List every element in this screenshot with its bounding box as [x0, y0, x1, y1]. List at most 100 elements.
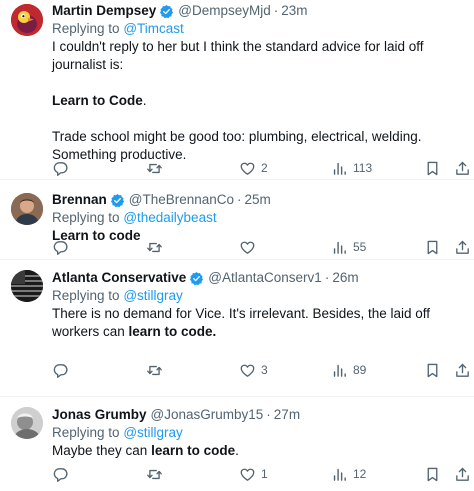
timestamp[interactable]: 23m: [281, 2, 307, 20]
verified-badge-icon: [110, 193, 125, 208]
bird-avatar-icon: [11, 4, 43, 36]
bookmark-button[interactable]: [424, 464, 441, 484]
bookmark-icon: [424, 239, 441, 256]
reply-icon: [52, 466, 69, 483]
tweet-text: There is no demand for Vice. It's irrele…: [52, 305, 466, 341]
action-bar: 2 113: [52, 158, 466, 178]
tweet-3[interactable]: Atlanta Conservative @AtlantaConserv1 · …: [0, 260, 474, 397]
bookmark-icon: [424, 362, 441, 379]
tweet-text: Maybe they can learn to code.: [52, 442, 466, 460]
share-icon: [454, 362, 471, 379]
tweet-header: Martin Dempsey @DempseyMjd · 23m: [52, 2, 466, 20]
tweet-text-line: There is no demand for Vice. It's irrele…: [52, 305, 466, 341]
share-button[interactable]: [454, 360, 471, 380]
reply-button[interactable]: [52, 158, 69, 178]
reply-icon: [52, 239, 69, 256]
separator: ·: [273, 3, 279, 18]
retweet-icon: [146, 239, 163, 256]
reply-button[interactable]: [52, 464, 69, 484]
action-bar: 3 89: [52, 360, 466, 380]
tweet-text-line: Maybe they can learn to code.: [52, 442, 466, 460]
share-button[interactable]: [454, 464, 471, 484]
display-name[interactable]: Atlanta Conservative: [52, 269, 186, 287]
bold-text: learn to code: [151, 443, 236, 458]
tweet-2[interactable]: Brennan @TheBrennanCo · 25m Replying to …: [0, 180, 474, 260]
replying-handle-link[interactable]: @thedailybeast: [123, 210, 216, 225]
handle[interactable]: @JonasGrumby15: [151, 406, 264, 424]
like-count: 1: [261, 467, 268, 481]
avatar[interactable]: [11, 407, 43, 439]
avatar[interactable]: [11, 270, 43, 302]
avatar[interactable]: [11, 193, 43, 225]
handle[interactable]: @AtlantaConserv1: [208, 269, 322, 287]
separator: ·: [237, 192, 242, 207]
separator: ·: [266, 407, 271, 422]
text-segment: Maybe they can: [52, 443, 152, 458]
tweet-text-line: Learn to Code.: [52, 92, 466, 110]
flag-avatar-icon: [11, 270, 43, 302]
handle[interactable]: @DempseyMjd: [178, 2, 270, 20]
replying-to: Replying to @stillgray: [52, 287, 466, 305]
retweet-icon: [146, 160, 163, 177]
share-icon: [454, 466, 471, 483]
display-name[interactable]: Jonas Grumby: [52, 406, 147, 424]
like-button[interactable]: [239, 237, 261, 257]
avatar[interactable]: [11, 4, 43, 36]
like-button[interactable]: 3: [239, 360, 268, 380]
separator: ·: [324, 270, 330, 285]
tweet-1[interactable]: Martin Dempsey @DempseyMjd · 23m Replyin…: [0, 0, 474, 180]
verified-badge-icon: [159, 4, 174, 19]
timestamp[interactable]: 27m: [274, 406, 300, 424]
timestamp[interactable]: 25m: [245, 191, 271, 209]
like-button[interactable]: 2: [239, 158, 268, 178]
tweet-4[interactable]: Jonas Grumby @JonasGrumby15 · 27m Replyi…: [0, 397, 474, 491]
views-button[interactable]: 12: [331, 464, 366, 484]
share-icon: [454, 239, 471, 256]
reply-button[interactable]: [52, 360, 69, 380]
views-button[interactable]: 55: [331, 237, 366, 257]
bold-text: learn to code.: [128, 324, 217, 339]
bold-text: Learn to Code: [52, 93, 143, 108]
verified-badge-icon: [189, 271, 204, 286]
retweet-button[interactable]: [146, 464, 163, 484]
share-button[interactable]: [454, 158, 471, 178]
bookmark-button[interactable]: [424, 360, 441, 380]
person-avatar-icon: [11, 193, 43, 225]
view-count: 113: [353, 161, 373, 175]
handle[interactable]: @TheBrennanCo: [129, 191, 234, 209]
views-icon: [331, 466, 348, 483]
share-icon: [454, 160, 471, 177]
bookmark-button[interactable]: [424, 237, 441, 257]
like-icon: [239, 239, 256, 256]
like-count: 2: [261, 161, 268, 175]
replying-label: Replying to: [52, 210, 120, 225]
like-button[interactable]: 1: [239, 464, 268, 484]
reply-button[interactable]: [52, 237, 69, 257]
action-bar: 55: [52, 237, 466, 257]
views-button[interactable]: 113: [331, 158, 372, 178]
replying-to: Replying to @stillgray: [52, 424, 466, 442]
retweet-button[interactable]: [146, 237, 163, 257]
retweet-icon: [146, 466, 163, 483]
replying-to: Replying to @Timcast: [52, 20, 466, 38]
retweet-button[interactable]: [146, 360, 163, 380]
replying-handle-link[interactable]: @stillgray: [123, 288, 182, 303]
reply-icon: [52, 362, 69, 379]
replying-label: Replying to: [52, 425, 120, 440]
share-button[interactable]: [454, 237, 471, 257]
tweet-header: Brennan @TheBrennanCo · 25m: [52, 191, 466, 209]
views-icon: [331, 160, 348, 177]
like-icon: [239, 160, 256, 177]
timestamp[interactable]: 26m: [332, 269, 358, 287]
display-name[interactable]: Brennan: [52, 191, 107, 209]
replying-handle-link[interactable]: @Timcast: [123, 21, 183, 36]
action-bar: 1 12: [52, 464, 466, 484]
bookmark-button[interactable]: [424, 158, 441, 178]
display-name[interactable]: Martin Dempsey: [52, 2, 156, 20]
replying-handle-link[interactable]: @stillgray: [123, 425, 182, 440]
like-icon: [239, 466, 256, 483]
replying-label: Replying to: [52, 21, 120, 36]
views-button[interactable]: 89: [331, 360, 366, 380]
bookmark-icon: [424, 466, 441, 483]
retweet-button[interactable]: [146, 158, 163, 178]
